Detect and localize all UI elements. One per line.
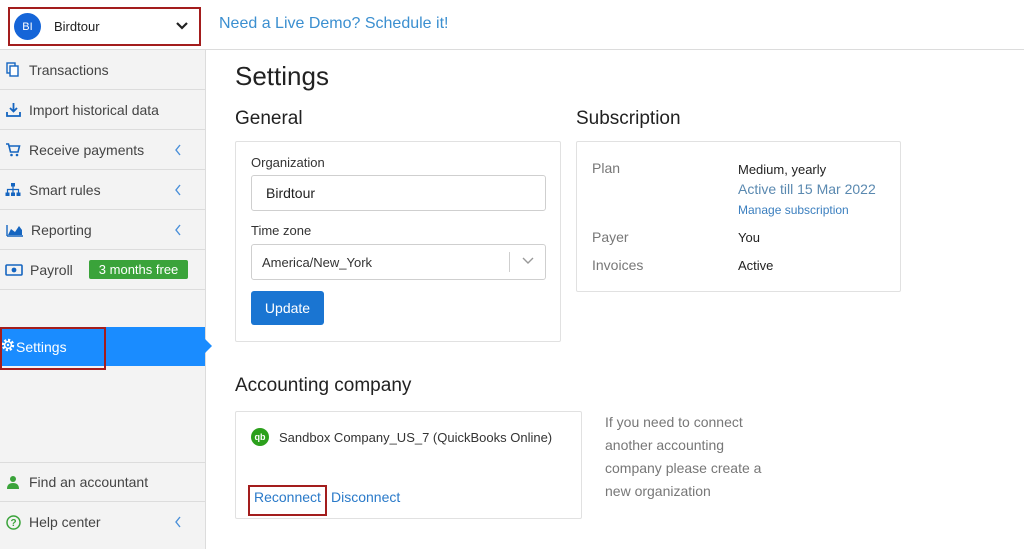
cart-icon [5, 142, 21, 158]
accounting-help-text: If you need to connect another accountin… [605, 414, 762, 499]
chevron-left-icon [175, 516, 181, 528]
sidebar-item-label: Receive payments [29, 141, 145, 158]
svg-text:?: ? [10, 518, 16, 529]
manage-subscription-link[interactable]: Manage subscription [738, 203, 849, 217]
sidebar-item-receive-payments[interactable]: Receive payments [0, 130, 205, 170]
timezone-select[interactable]: America/New_York [251, 244, 546, 280]
quickbooks-icon: qb [251, 428, 269, 446]
sidebar-item-label: Smart rules [29, 181, 101, 198]
area-chart-icon [5, 222, 25, 238]
sitemap-icon [5, 182, 21, 198]
subscription-section-title: Subscription [576, 108, 681, 129]
sidebar-item-payroll[interactable]: Payroll 3 months free [0, 250, 205, 290]
sidebar: Transactions Import historical data Rece… [0, 50, 212, 549]
timezone-label: Time zone [251, 223, 312, 238]
live-demo-link[interactable]: Need a Live Demo? Schedule it! [219, 15, 448, 33]
company-name: Sandbox Company_US_7 (QuickBooks Online) [279, 429, 553, 445]
invoices-value: Active [738, 258, 774, 273]
chevron-down-icon [522, 257, 534, 264]
chevron-left-icon [175, 184, 181, 196]
organization-input[interactable] [251, 175, 546, 211]
chevron-left-icon [175, 144, 181, 156]
sidebar-item-label: Transactions [29, 61, 109, 78]
timezone-value: America/New_York [262, 254, 373, 270]
money-icon [5, 262, 23, 278]
org-avatar: BI [14, 13, 41, 40]
sidebar-item-label: Reporting [31, 221, 92, 238]
accounting-section-title: Accounting company [235, 375, 412, 396]
sidebar-item-transactions[interactable]: Transactions [0, 50, 205, 90]
organization-switcher[interactable]: BI Birdtour [8, 7, 201, 46]
plan-value: Medium, yearly [738, 162, 827, 177]
top-bar: BI Birdtour Need a Live Demo? Schedule i… [0, 0, 1024, 50]
sidebar-item-smart-rules[interactable]: Smart rules [0, 170, 205, 210]
update-button[interactable]: Update [251, 291, 324, 325]
organization-label: Organization [251, 155, 325, 170]
copy-icon [5, 62, 21, 78]
sidebar-item-label: Find an accountant [29, 474, 149, 490]
plan-active-note: Active till 15 Mar 2022 [738, 181, 876, 197]
reconnect-highlight-box [248, 485, 327, 516]
invoices-label: Invoices [592, 257, 644, 273]
select-separator [509, 252, 510, 272]
chevron-down-icon [176, 22, 188, 30]
download-icon [5, 102, 21, 118]
page-title: Settings [235, 61, 329, 91]
disconnect-link[interactable]: Disconnect [331, 489, 400, 505]
sidebar-item-label: Help center [29, 514, 101, 530]
sidebar-item-import-historical-data[interactable]: Import historical data [0, 90, 205, 130]
sidebar-item-find-an-accountant[interactable]: Find an accountant [0, 462, 205, 502]
chevron-left-icon [175, 224, 181, 236]
sidebar-item-label: Payroll [30, 261, 73, 278]
payer-value: You [738, 230, 760, 245]
accounting-company-row: qb Sandbox Company_US_7 (QuickBooks Onli… [251, 428, 552, 446]
org-name: Birdtour [54, 19, 100, 34]
settings-highlight-box [0, 327, 106, 370]
sidebar-item-label: Import historical data [29, 101, 159, 118]
plan-label: Plan [592, 160, 621, 176]
payer-label: Payer [592, 229, 629, 245]
sidebar-item-reporting[interactable]: Reporting [0, 210, 205, 250]
general-section-title: General [235, 108, 303, 129]
promo-badge: 3 months free [88, 260, 189, 279]
question-circle-icon: ? [5, 514, 21, 530]
user-icon [5, 474, 21, 490]
sidebar-item-help-center[interactable]: ? Help center [0, 502, 205, 542]
